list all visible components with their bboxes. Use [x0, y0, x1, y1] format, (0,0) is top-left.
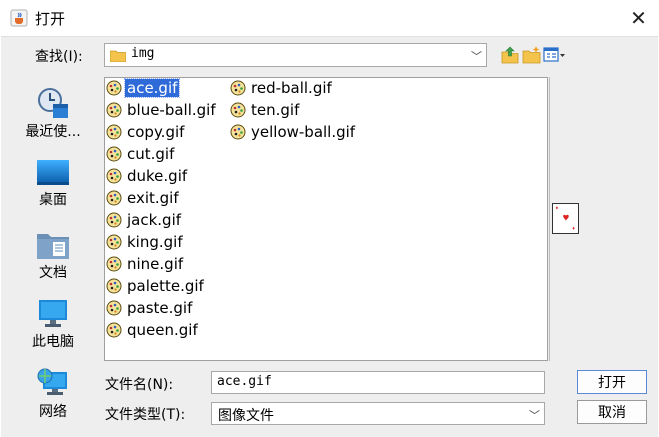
file-name: red-ball.gif	[251, 79, 332, 97]
file-list-item[interactable]: exit.gif	[106, 188, 181, 208]
view-menu-icon[interactable]	[543, 45, 567, 65]
file-name: jack.gif	[127, 211, 182, 229]
network-icon	[37, 368, 67, 395]
file-name: palette.gif	[127, 277, 204, 295]
gif-image-icon	[106, 234, 122, 250]
lookin-value: img	[131, 46, 155, 61]
places-label: 桌面	[39, 192, 67, 208]
file-name: copy.gif	[127, 123, 185, 141]
gif-image-icon	[106, 322, 122, 338]
places-label: 最近使...	[25, 124, 81, 140]
file-name: blue-ball.gif	[127, 101, 216, 119]
gif-image-icon	[106, 256, 122, 272]
new-folder-icon[interactable]	[522, 45, 542, 65]
gif-image-icon	[230, 102, 246, 118]
gif-image-icon	[106, 300, 122, 316]
places-label: 此电脑	[32, 334, 74, 350]
filename-input[interactable]: ace.gif	[211, 371, 545, 394]
places-documents[interactable]: 文档	[12, 230, 94, 282]
desktop-icon	[37, 160, 69, 185]
documents-folder-icon	[37, 234, 69, 259]
file-list-item[interactable]: nine.gif	[106, 254, 185, 274]
playing-card-preview-image	[552, 203, 579, 234]
folder-icon	[110, 50, 126, 62]
file-name: cut.gif	[127, 145, 175, 163]
chevron-down-icon: ﹀	[471, 50, 482, 63]
lookin-label: 查找(I):	[35, 49, 83, 65]
close-icon: ✕	[630, 6, 647, 30]
file-name: exit.gif	[127, 189, 179, 207]
file-list-item[interactable]: duke.gif	[106, 166, 189, 186]
file-list-item[interactable]: jack.gif	[106, 210, 183, 230]
open-button[interactable]: 打开	[577, 370, 647, 394]
filetype-combobox[interactable]: 图像文件 ﹀	[211, 402, 545, 425]
file-list-item[interactable]: ace.gif	[106, 78, 181, 98]
file-name: ace.gif	[123, 78, 181, 98]
gif-image-icon	[106, 102, 122, 118]
places-network[interactable]: 网络	[12, 367, 94, 421]
places-label: 网络	[39, 404, 67, 420]
computer-icon	[39, 300, 67, 327]
places-label: 文档	[39, 265, 67, 281]
file-list-item[interactable]: blue-ball.gif	[106, 100, 218, 120]
gif-image-icon	[106, 212, 122, 228]
java-cup-icon	[10, 9, 28, 27]
file-list-item[interactable]: red-ball.gif	[230, 78, 334, 98]
file-name: nine.gif	[127, 255, 184, 273]
filename-label: 文件名(N):	[105, 377, 174, 393]
file-list-item[interactable]: palette.gif	[106, 276, 206, 296]
gif-image-icon	[106, 80, 122, 96]
gif-image-icon	[106, 124, 122, 140]
gif-image-icon	[230, 124, 246, 140]
gif-image-icon	[230, 80, 246, 96]
file-list[interactable]: ace.gif blue-ball.gif copy.gif cut.gif duke.…	[104, 77, 548, 361]
filetype-value: 图像文件	[218, 408, 274, 424]
file-list-item[interactable]: cut.gif	[106, 144, 176, 164]
file-list-item[interactable]: king.gif	[106, 232, 185, 252]
places-recent[interactable]: 最近使...	[12, 87, 94, 141]
file-list-item[interactable]: paste.gif	[106, 298, 194, 318]
places-this-pc[interactable]: 此电脑	[12, 299, 94, 351]
title-bar: 打开 ✕	[0, 0, 659, 36]
gif-image-icon	[106, 146, 122, 162]
filetype-label: 文件类型(T):	[105, 407, 186, 423]
file-list-item[interactable]: yellow-ball.gif	[230, 122, 357, 142]
lookin-combobox[interactable]: img ﹀	[104, 43, 487, 67]
close-button[interactable]: ✕	[618, 0, 659, 36]
up-one-level-icon[interactable]	[500, 45, 520, 65]
file-name: ten.gif	[251, 101, 300, 119]
file-name: queen.gif	[127, 321, 198, 339]
file-list-item[interactable]: copy.gif	[106, 122, 186, 142]
gif-image-icon	[106, 168, 122, 184]
file-list-item[interactable]: ten.gif	[230, 100, 301, 120]
cancel-button[interactable]: 取消	[577, 400, 647, 424]
window-title: 打开	[35, 10, 66, 28]
gif-image-icon	[106, 190, 122, 206]
places-desktop[interactable]: 桌面	[12, 159, 94, 209]
file-name: king.gif	[127, 233, 183, 251]
file-list-item[interactable]: queen.gif	[106, 320, 200, 340]
file-name: duke.gif	[127, 167, 188, 185]
places-bar: 最近使... 桌面 文档 此电脑 网络	[12, 77, 94, 429]
preview-panel	[549, 77, 647, 361]
file-name: paste.gif	[127, 299, 193, 317]
gif-image-icon	[106, 278, 122, 294]
chevron-down-icon: ﹀	[529, 409, 540, 422]
file-name: yellow-ball.gif	[251, 123, 356, 141]
recent-items-icon	[38, 88, 68, 118]
